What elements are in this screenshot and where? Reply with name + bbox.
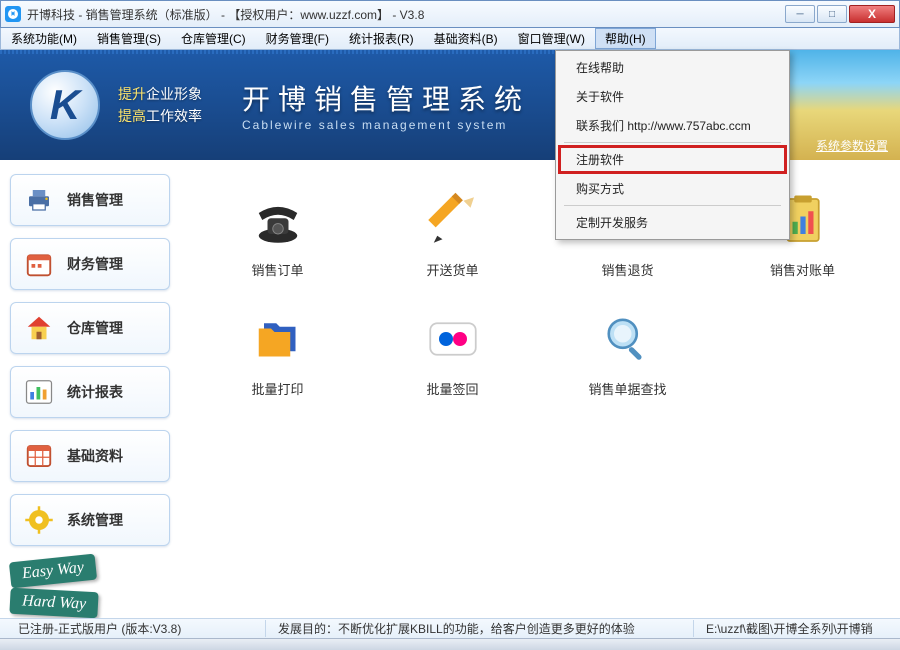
status-left: 已注册-正式版用户 (版本:V3.8) [6,620,266,637]
grid-item-label: 销售单据查找 [573,379,683,398]
sidebar-item-label: 系统管理 [67,510,123,530]
phone-icon [248,190,308,250]
system-params-link[interactable]: 系统参数设置 [816,137,888,154]
flickr-icon [423,309,483,369]
grid-item-label: 批量签回 [398,379,508,398]
house-icon [23,312,55,344]
sidebar-item-reports[interactable]: 统计报表 [10,366,170,418]
grid-item-label: 批量打印 [223,379,333,398]
sidebar-item-label: 财务管理 [67,254,123,274]
banner-title: 开博销售管理系统 Cablewire sales management syst… [242,78,530,132]
sidebar-item-system[interactable]: 系统管理 [10,494,170,546]
gear-icon [23,504,55,536]
dropdown-item-register[interactable]: 注册软件 [558,145,787,174]
sidebar-item-warehouse[interactable]: 仓库管理 [10,302,170,354]
sidebar-item-label: 基础资料 [67,446,123,466]
grid-item-label: 销售对账单 [748,260,858,279]
menu-system[interactable]: 系统功能(M) [1,28,87,49]
content: 销售订单 开送货单 销售退货 销售对账单 批量打印 批量签回 [180,160,900,616]
sign-hard: Hard Way [9,588,98,619]
dropdown-separator [564,142,781,143]
taskbar [0,638,900,650]
dropdown-item-contact[interactable]: 联系我们 http://www.757abc.ccm [558,111,787,140]
sidebar-item-label: 统计报表 [67,382,123,402]
grid-item-sales-order[interactable]: 销售订单 [223,190,333,279]
window-title: 开博科技 - 销售管理系统（标准版） - 【授权用户：www.uzzf.com】… [27,6,785,23]
maximize-button[interactable]: □ [817,5,847,23]
menubar: 系统功能(M) 销售管理(S) 仓库管理(C) 财务管理(F) 统计报表(R) … [0,28,900,50]
titlebar: 开博科技 - 销售管理系统（标准版） - 【授权用户：www.uzzf.com】… [0,0,900,28]
grid-item-search[interactable]: 销售单据查找 [573,309,683,398]
pencil-icon [423,190,483,250]
sidebar-item-label: 仓库管理 [67,318,123,338]
sidebar-item-finance[interactable]: 财务管理 [10,238,170,290]
help-dropdown: 在线帮助 关于软件 联系我们 http://www.757abc.ccm 注册软… [555,50,790,240]
menu-reports[interactable]: 统计报表(R) [339,28,424,49]
menu-warehouse[interactable]: 仓库管理(C) [171,28,256,49]
logo-letter: K [50,81,80,129]
grid-item-delivery[interactable]: 开送货单 [398,190,508,279]
minimize-button[interactable]: ─ [785,5,815,23]
dropdown-item-online-help[interactable]: 在线帮助 [558,53,787,82]
dropdown-separator [564,205,781,206]
printer-icon [23,184,55,216]
dropdown-item-about[interactable]: 关于软件 [558,82,787,111]
grid-item-label: 销售订单 [223,260,333,279]
sidebar-item-sales[interactable]: 销售管理 [10,174,170,226]
dropdown-item-purchase[interactable]: 购买方式 [558,174,787,203]
magnifier-icon [598,309,658,369]
slogan: 提升企业形象 提高工作效率 [118,83,202,128]
menu-sales[interactable]: 销售管理(S) [87,28,171,49]
grid-item-batch-print[interactable]: 批量打印 [223,309,333,398]
status-center: 发展目的：不断优化扩展KBILL的功能，给客户创造更多更好的体验 [266,620,694,637]
banner-title-cn: 开博销售管理系统 [242,78,530,118]
sidebar: 销售管理 财务管理 仓库管理 统计报表 基础资料 系统管理 Easy Way H… [0,160,180,616]
statusbar: 已注册-正式版用户 (版本:V3.8) 发展目的：不断优化扩展KBILL的功能，… [0,618,900,638]
menu-basedata[interactable]: 基础资料(B) [424,28,508,49]
sidebar-item-label: 销售管理 [67,190,123,210]
status-right: E:\uzzf\截图\开博全系列\开博销 [694,620,894,637]
dropdown-item-custom-dev[interactable]: 定制开发服务 [558,208,787,237]
grid-item-batch-sign[interactable]: 批量签回 [398,309,508,398]
sidebar-item-basedata[interactable]: 基础资料 [10,430,170,482]
menu-window[interactable]: 窗口管理(W) [508,28,595,49]
slogan-line1-rest: 企业形象 [146,86,202,102]
grid-data-icon [23,440,55,472]
calendar-money-icon [23,248,55,280]
sign-easy: Easy Way [9,554,97,589]
menu-finance[interactable]: 财务管理(F) [256,28,339,49]
bar-chart-icon [23,376,55,408]
banner-title-en: Cablewire sales management system [242,118,530,132]
slogan-line2-rest: 工作效率 [146,108,202,124]
grid-item-label: 销售退货 [573,260,683,279]
grid-item-label: 开送货单 [398,260,508,279]
logo: K [30,70,100,140]
window-buttons: ─ □ X [785,5,895,23]
close-button[interactable]: X [849,5,895,23]
folders-icon [248,309,308,369]
app-icon [5,6,21,22]
menu-help[interactable]: 帮助(H) [595,28,656,49]
